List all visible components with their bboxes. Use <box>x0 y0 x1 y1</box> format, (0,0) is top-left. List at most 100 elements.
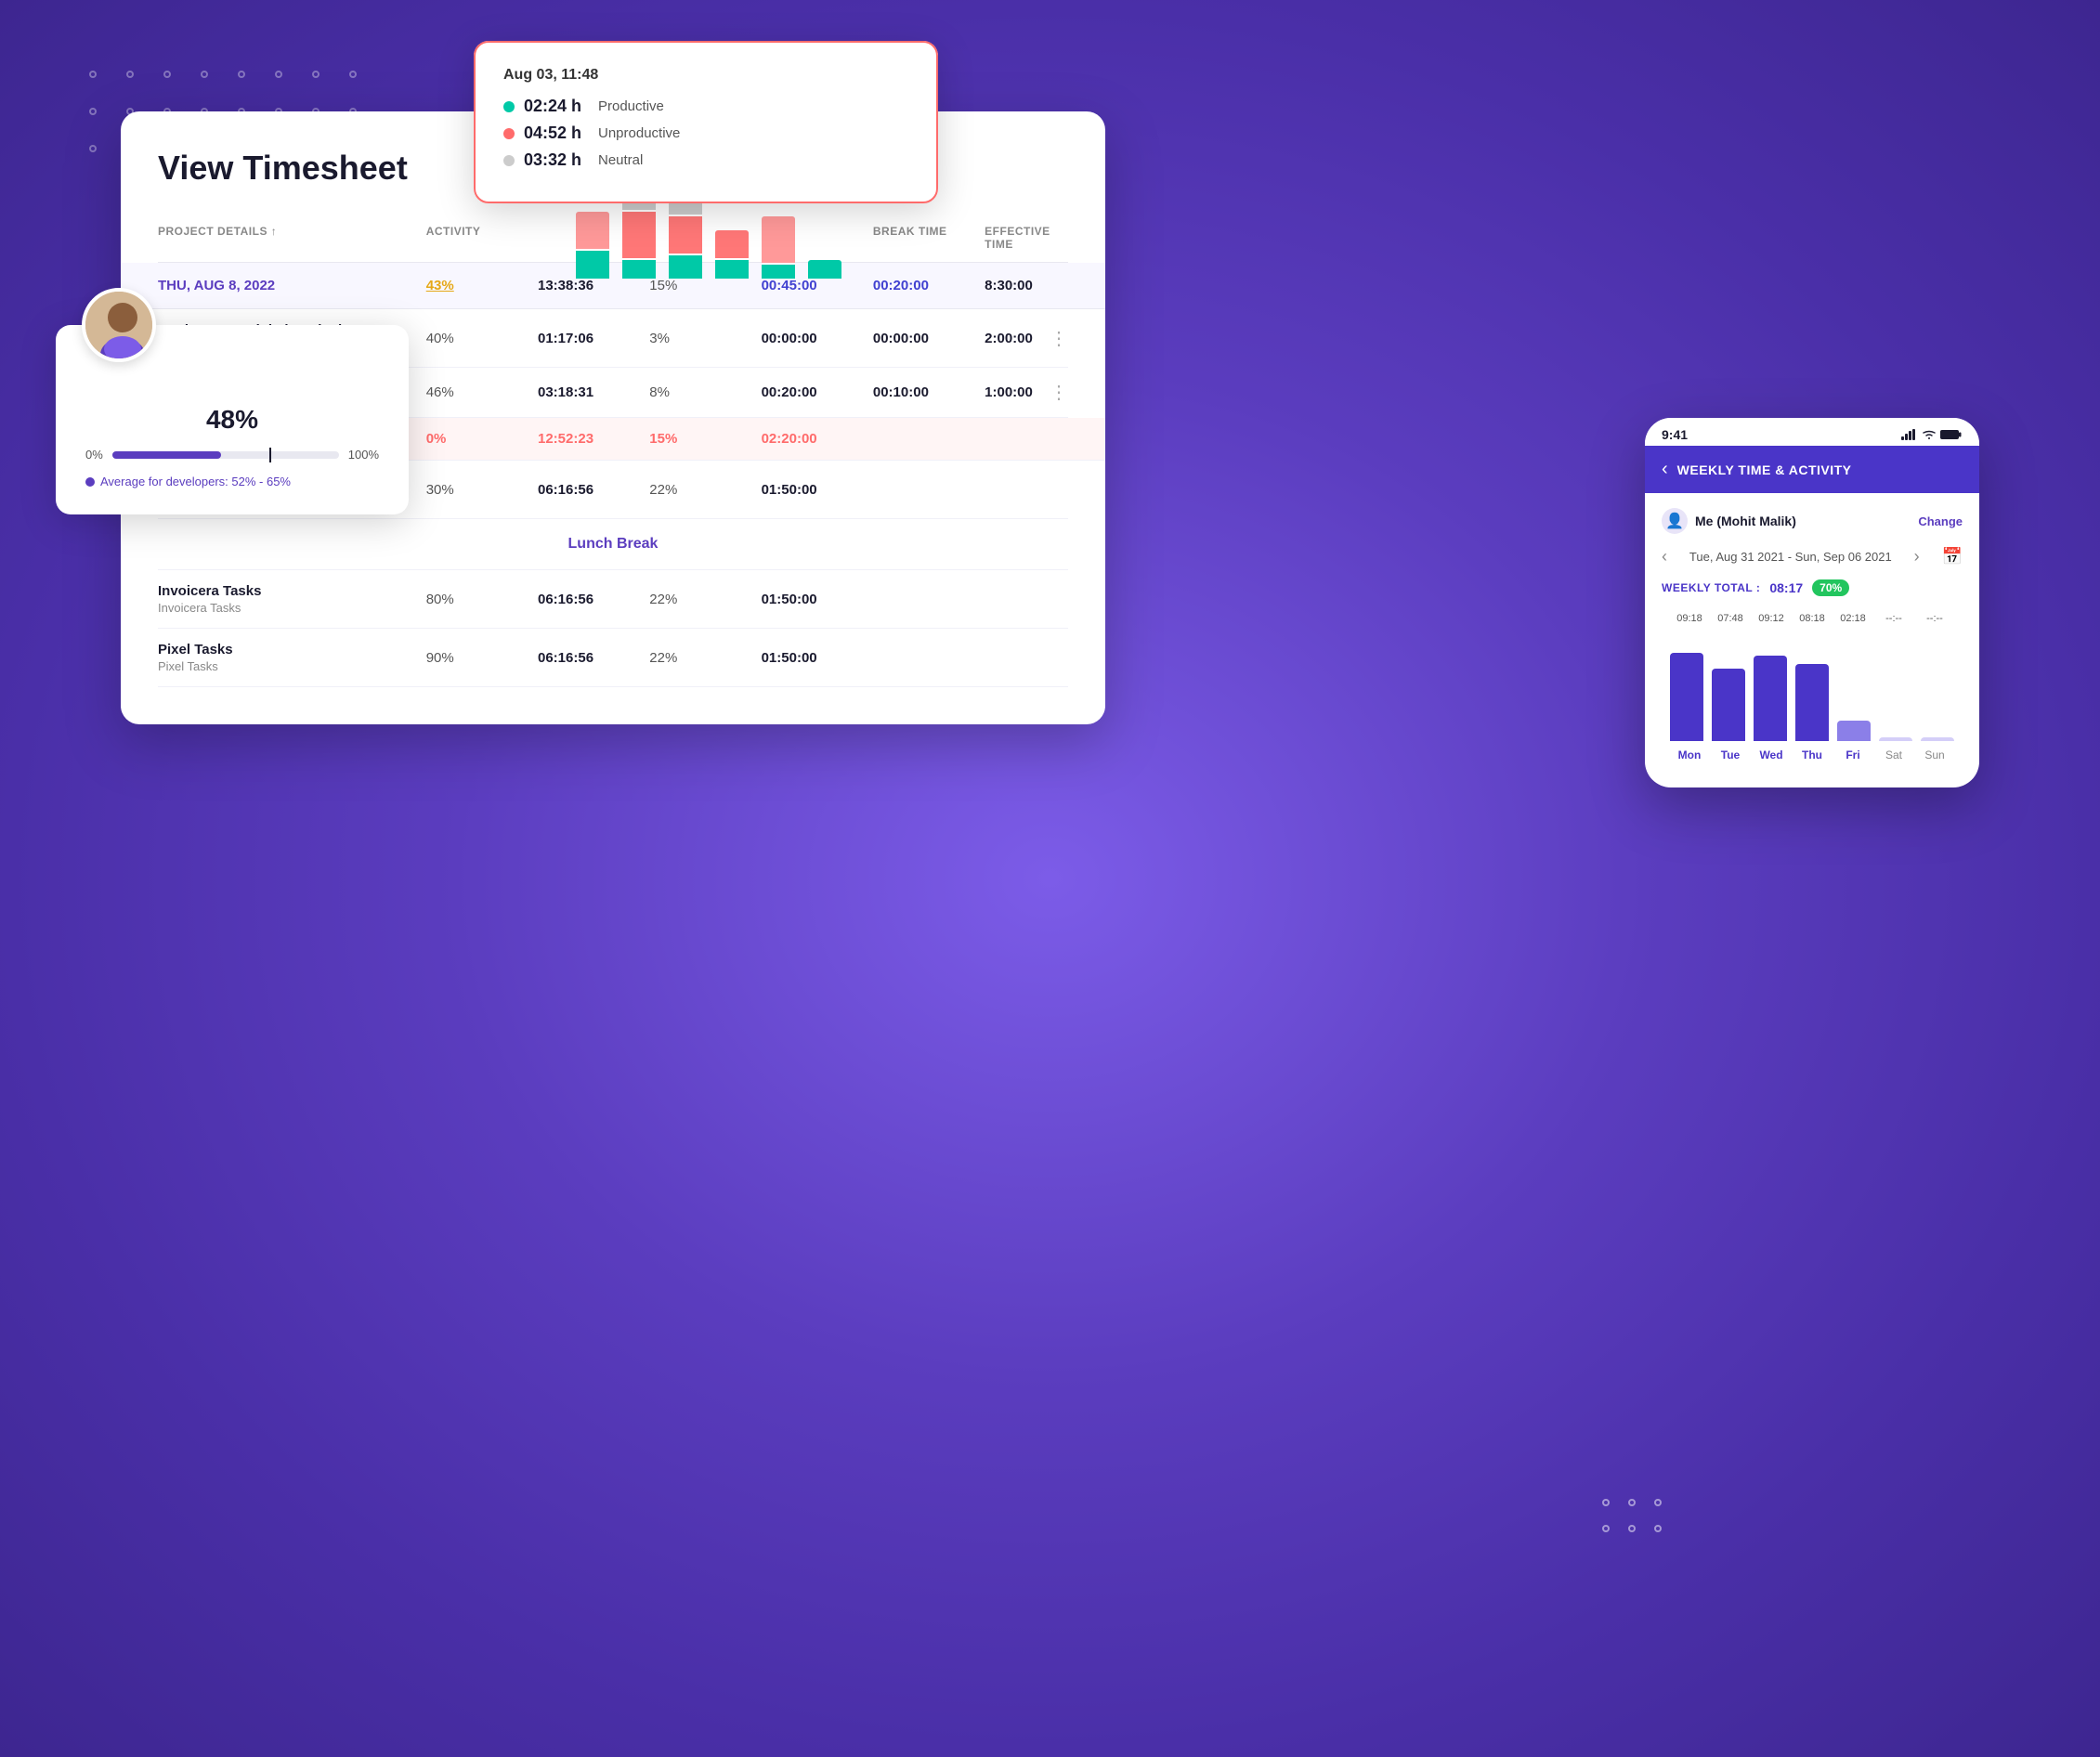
day-label-wed: Wed <box>1751 748 1792 761</box>
summary-time: 13:38:36 <box>538 278 642 293</box>
chart-val-1: 07:48 <box>1710 613 1751 624</box>
tooltip-productive-time: 02:24 h <box>524 97 589 116</box>
chart-val-5: --:-- <box>1873 613 1914 624</box>
table-row: Pixel Tasks Pixel Tasks 90% 06:16:56 22%… <box>158 629 1068 687</box>
task-effective-2: 1:00:00 <box>985 384 1033 400</box>
avatar <box>82 288 156 362</box>
bar-sat <box>1879 630 1913 741</box>
task-percent-misc: 22% <box>649 482 753 498</box>
status-time: 9:41 <box>1662 427 1688 442</box>
task-percent-pix: 22% <box>649 650 753 666</box>
day-labels-row: Mon Tue Wed Thu Fri Sat Sun <box>1662 741 1963 761</box>
calendar-icon[interactable]: 📅 <box>1942 547 1963 566</box>
chart-val-6: --:-- <box>1914 613 1955 624</box>
progress-marker <box>269 448 271 462</box>
task-col4-pix: 01:50:00 <box>762 650 866 666</box>
mobile-header-title: WEEKLY TIME & ACTIVITY <box>1677 462 1852 477</box>
day-label-thu: Thu <box>1792 748 1833 761</box>
task-menu-1[interactable]: ⋮ <box>1050 327 1068 350</box>
task-time-1: 01:17:06 <box>538 331 642 346</box>
task-menu-2[interactable]: ⋮ <box>1050 381 1068 404</box>
avg-label: Average for developers: 52% - 65% <box>85 475 379 488</box>
mobile-status-bar: 9:41 <box>1645 418 1979 446</box>
user-info: 👤 Me (Mohit Malik) <box>1662 508 1796 534</box>
change-user-button[interactable]: Change <box>1918 514 1963 528</box>
task-time-pix: 06:16:56 <box>538 650 642 666</box>
weekly-total-row: WEEKLY TOTAL : 08:17 70% <box>1662 579 1963 596</box>
task-col4-2: 00:20:00 <box>762 384 866 400</box>
bar-mon <box>1669 630 1703 741</box>
summary-activity: 43% <box>426 278 530 293</box>
tooltip-unproductive-item: 04:52 h Unproductive <box>503 124 908 143</box>
task-effective-1: 2:00:00 <box>985 331 1033 346</box>
progress-fill <box>112 451 221 459</box>
bar-fri <box>1837 630 1872 741</box>
header-activity: ACTIVITY <box>426 225 530 251</box>
summary-percent: 15% <box>649 278 753 293</box>
status-icons <box>1901 429 1963 440</box>
bar-thu-fill <box>1795 664 1829 741</box>
weekly-time-value: 08:17 <box>1769 580 1803 595</box>
header-effective: EFFECTIVE TIME <box>985 225 1068 251</box>
weekly-total-label: WEEKLY TOTAL : <box>1662 581 1760 594</box>
task-time-inv: 06:16:56 <box>538 592 642 607</box>
task-sub-inv: Invoicera Tasks <box>158 601 419 615</box>
lunch-break-label: Lunch Break <box>568 536 659 552</box>
bar-wed-fill <box>1754 656 1787 741</box>
back-arrow-icon[interactable]: ‹ <box>1662 459 1668 480</box>
task-project-pix: Pixel Tasks Pixel Tasks <box>158 642 419 673</box>
progress-max: 100% <box>348 448 379 462</box>
tooltip-productive-item: 02:24 h Productive <box>503 97 908 116</box>
chart-val-2: 09:12 <box>1751 613 1792 624</box>
task-percent-2: 8% <box>649 384 753 400</box>
task-percent-inv: 22% <box>649 592 753 607</box>
avg-dot <box>85 477 95 487</box>
lunch-break-row: Lunch Break <box>158 519 1068 570</box>
productive-dot <box>503 101 515 112</box>
wifi-icon <box>1922 429 1937 440</box>
progress-min: 0% <box>85 448 103 462</box>
day-label-fri: Fri <box>1833 748 1873 761</box>
chart-tooltip-popup: Aug 03, 11:48 02:24 h Productive 04:52 h… <box>474 41 938 203</box>
date-range-label: Tue, Aug 31 2021 - Sun, Sep 06 2021 <box>1689 550 1892 564</box>
prev-date-button[interactable]: ‹ <box>1662 547 1667 566</box>
next-date-button[interactable]: › <box>1914 547 1920 566</box>
bar-tue-fill <box>1712 669 1745 741</box>
popup-percentage: 48% <box>85 405 379 435</box>
user-name: Me (Mohit Malik) <box>1695 514 1796 528</box>
summary-date: THU, AUG 8, 2022 <box>158 278 419 293</box>
user-avatar-icon: 👤 <box>1662 508 1688 534</box>
tooltip-neutral-item: 03:32 h Neutral <box>503 150 908 170</box>
tooltip-neutral-label: Neutral <box>598 152 643 168</box>
mobile-card: 9:41 ‹ WEEKLY TIME & ACTIVITY <box>1645 418 1979 787</box>
summary-col4: 00:45:00 <box>762 278 866 293</box>
task-time-misc: 06:16:56 <box>538 482 642 498</box>
summary-break: 00:20:00 <box>873 278 977 293</box>
header-project: PROJECT DETAILS ↑ <box>158 225 419 251</box>
avg-label-text: Average for developers: 52% - 65% <box>100 475 291 488</box>
bar-sat-fill <box>1879 737 1912 741</box>
day-label-sun: Sun <box>1914 748 1955 761</box>
battery-icon <box>1940 429 1963 440</box>
neutral-dot <box>503 155 515 166</box>
red-time2: 02:20:00 <box>762 431 866 447</box>
day-label-tue: Tue <box>1710 748 1751 761</box>
mobile-body: 👤 Me (Mohit Malik) Change ‹ Tue, Aug 31 … <box>1645 493 1979 787</box>
tooltip-date: Aug 03, 11:48 <box>503 67 908 84</box>
red-time: 12:52:23 <box>538 431 642 447</box>
mobile-bar-chart: 09:18 07:48 09:12 08:18 02:18 --:-- --:-… <box>1662 613 1963 761</box>
chart-val-3: 08:18 <box>1792 613 1833 624</box>
task-activity-2: 46% <box>426 384 530 400</box>
task-col4-1: 00:00:00 <box>762 331 866 346</box>
header-break: BREAK TIME <box>873 225 977 251</box>
task-activity-inv: 80% <box>426 592 530 607</box>
chart-val-4: 02:18 <box>1833 613 1873 624</box>
bar-wed <box>1753 630 1787 741</box>
table-row: Invoicera Tasks Invoicera Tasks 80% 06:1… <box>158 570 1068 629</box>
task-activity-1: 40% <box>426 331 530 346</box>
mobile-header: ‹ WEEKLY TIME & ACTIVITY <box>1645 446 1979 493</box>
bar-sun <box>1921 630 1955 741</box>
tooltip-unproductive-label: Unproductive <box>598 125 680 141</box>
bar-fri-fill <box>1837 721 1871 741</box>
user-row: 👤 Me (Mohit Malik) Change <box>1662 508 1963 534</box>
